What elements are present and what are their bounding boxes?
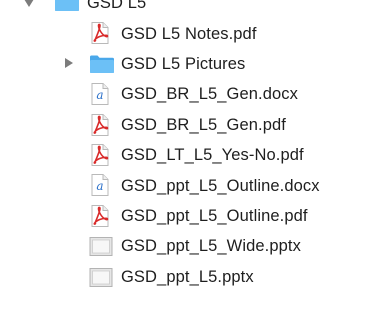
disclosure-triangle-collapsed-icon[interactable]: [65, 58, 73, 69]
pptx-file-icon: [89, 267, 113, 287]
pptx-file-icon: [89, 237, 113, 257]
list-item-file[interactable]: a GSD_BR_L5_Gen.docx: [0, 79, 374, 109]
folder-icon: [90, 55, 114, 73]
docx-file-icon: a: [91, 174, 109, 197]
docx-file-icon: a: [91, 83, 109, 106]
list-item-folder-gsd-l5[interactable]: GSD L5: [0, 0, 374, 18]
disclosure-triangle-expanded-icon[interactable]: [24, 0, 34, 7]
file-name: GSD_ppt_L5_Outline.docx: [121, 176, 320, 195]
file-name: GSD_ppt_L5.pptx: [121, 267, 254, 286]
list-item-file[interactable]: GSD_LT_L5_Yes-No.pdf: [0, 140, 374, 170]
svg-text:a: a: [96, 179, 103, 193]
file-name: GSD_ppt_L5_Wide.pptx: [121, 237, 301, 256]
list-item-file[interactable]: GSD_ppt_L5.pptx: [0, 262, 374, 292]
svg-text:a: a: [96, 88, 103, 102]
folder-icon: [55, 0, 79, 11]
file-name: GSD L5 Notes.pdf: [121, 24, 257, 43]
pdf-file-icon: [91, 143, 109, 166]
file-name: GSD_LT_L5_Yes-No.pdf: [121, 145, 304, 164]
file-name: GSD_BR_L5_Gen.pdf: [121, 115, 286, 134]
list-item-folder[interactable]: GSD L5 Pictures: [0, 49, 374, 79]
file-list: GSD L5 GSD L5 Notes.pdf GSD L5 Pictures …: [0, 0, 374, 292]
list-item-file[interactable]: GSD_ppt_L5_Outline.pdf: [0, 201, 374, 231]
pdf-file-icon: [91, 113, 109, 136]
pdf-file-icon: [91, 22, 109, 45]
file-name: GSD L5 Pictures: [121, 54, 246, 73]
list-item-file[interactable]: GSD_BR_L5_Gen.pdf: [0, 110, 374, 140]
list-item-file[interactable]: GSD L5 Notes.pdf: [0, 18, 374, 48]
file-name: GSD L5: [87, 0, 147, 12]
file-name: GSD_ppt_L5_Outline.pdf: [121, 206, 308, 225]
list-item-file[interactable]: a GSD_ppt_L5_Outline.docx: [0, 170, 374, 200]
file-name: GSD_BR_L5_Gen.docx: [121, 85, 298, 104]
list-item-file[interactable]: GSD_ppt_L5_Wide.pptx: [0, 231, 374, 261]
pdf-file-icon: [91, 204, 109, 227]
